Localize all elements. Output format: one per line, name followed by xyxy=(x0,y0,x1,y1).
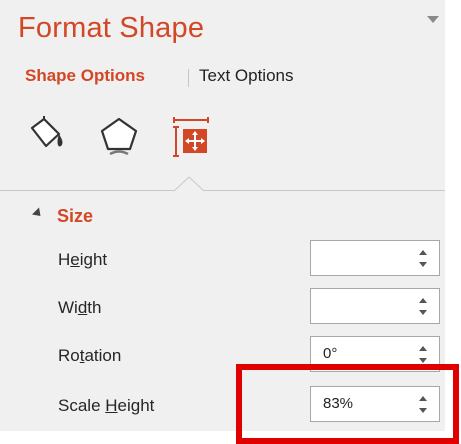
tab-separator xyxy=(188,69,189,87)
size-section-title[interactable]: Size xyxy=(57,206,93,227)
width-increment-icon[interactable] xyxy=(419,298,427,303)
annotation-highlight-box xyxy=(236,364,459,444)
width-decrement-icon[interactable] xyxy=(419,310,427,315)
pane-options-dropdown-icon[interactable] xyxy=(427,16,439,23)
width-field[interactable] xyxy=(310,288,440,324)
rotation-value: 0° xyxy=(323,345,338,362)
scale-height-label: Scale Height xyxy=(58,396,155,415)
height-field[interactable] xyxy=(310,240,440,276)
rotation-label: Rotation xyxy=(58,346,122,365)
effects-icon[interactable] xyxy=(98,116,140,158)
tab-divider xyxy=(0,190,445,191)
rotation-decrement-icon[interactable] xyxy=(419,358,427,363)
size-section-collapse-icon[interactable] xyxy=(31,207,45,220)
size-properties-icon[interactable] xyxy=(172,116,210,158)
tab-shape-options[interactable]: Shape Options xyxy=(25,66,145,86)
pane-title: Format Shape xyxy=(18,12,205,44)
tab-text-options[interactable]: Text Options xyxy=(199,66,294,86)
active-tab-pointer xyxy=(174,176,204,192)
height-decrement-icon[interactable] xyxy=(419,262,427,267)
width-label: Width xyxy=(58,298,102,317)
rotation-increment-icon[interactable] xyxy=(419,346,427,351)
height-increment-icon[interactable] xyxy=(419,250,427,255)
height-label: Height xyxy=(58,250,108,269)
fill-line-icon[interactable] xyxy=(26,116,68,156)
